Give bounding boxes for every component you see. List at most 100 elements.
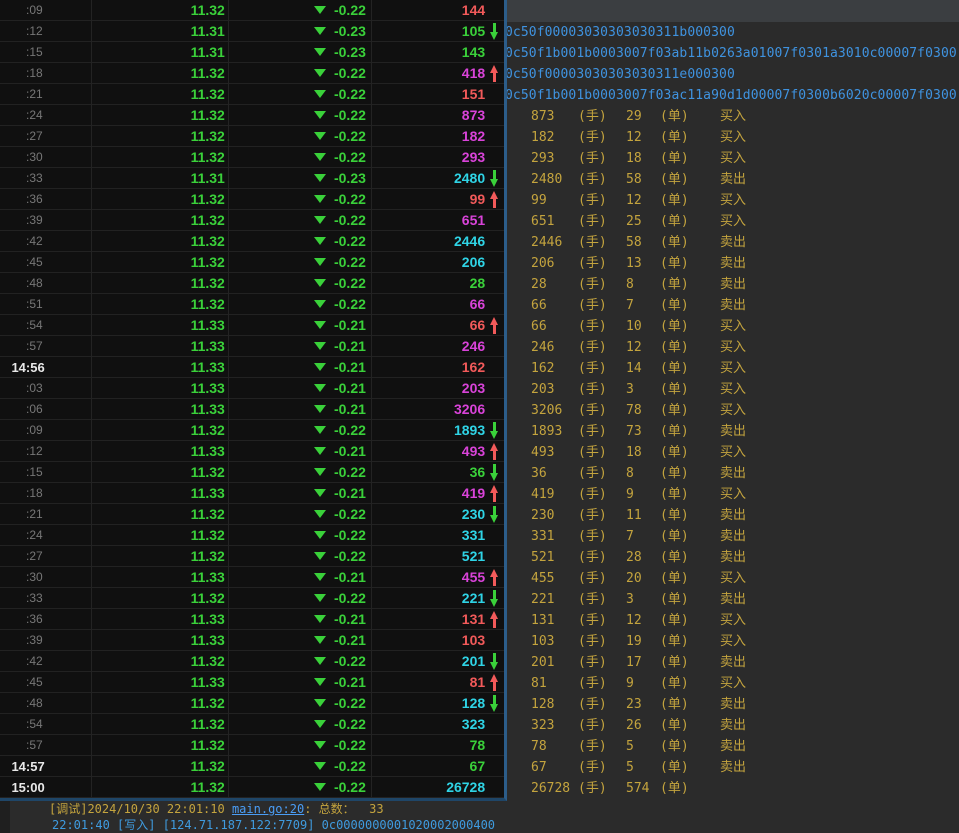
table-row[interactable]: :06 11.33 -0.21 3206 — [0, 399, 504, 420]
table-row[interactable]: :30 11.32 -0.22 293 — [0, 147, 504, 168]
change-cell: -0.22 — [227, 149, 369, 165]
change-value: -0.21 — [334, 569, 366, 585]
table-row[interactable]: :18 11.33 -0.21 419 — [0, 483, 504, 504]
table-row[interactable]: :15 11.31 -0.23 143 — [0, 42, 504, 63]
tick-trade-rows: :09 11.32 -0.22 144 :12 11.31 -0.23 105 … — [0, 0, 504, 798]
trade-volume: 103 — [531, 631, 578, 652]
table-row[interactable]: :36 11.32 -0.22 99 — [0, 189, 504, 210]
change-cell: -0.22 — [227, 590, 369, 606]
trade-direction: 买入 — [720, 358, 959, 379]
table-row[interactable]: :42 11.32 -0.22 2446 — [0, 231, 504, 252]
price-cell: 11.32 — [91, 128, 227, 144]
down-triangle-icon — [314, 111, 326, 119]
table-row[interactable]: :03 11.33 -0.21 203 — [0, 378, 504, 399]
tick-trade-table[interactable]: :09 11.32 -0.22 144 :12 11.31 -0.23 105 … — [0, 0, 507, 801]
table-row[interactable]: :24 11.32 -0.22 873 — [0, 105, 504, 126]
down-triangle-icon — [314, 531, 326, 539]
volume-cell: 151 — [369, 86, 485, 102]
trade-order-count: 19 — [626, 631, 660, 652]
table-row[interactable]: :45 11.32 -0.22 206 — [0, 252, 504, 273]
trade-direction: 卖出 — [720, 169, 959, 190]
hand-unit-label: (手) — [578, 127, 626, 148]
trade-log-row: 26728 (手) 574 (单) — [507, 778, 959, 799]
table-row[interactable]: :27 11.32 -0.22 182 — [0, 126, 504, 147]
down-triangle-icon — [314, 384, 326, 392]
table-row[interactable]: :48 11.32 -0.22 28 — [0, 273, 504, 294]
table-row[interactable]: :21 11.32 -0.22 151 — [0, 84, 504, 105]
trend-arrow-slot — [485, 693, 504, 714]
change-value: -0.21 — [334, 317, 366, 333]
table-row[interactable]: :45 11.33 -0.21 81 — [0, 672, 504, 693]
trade-volume: 2480 — [531, 169, 578, 190]
trade-log-row: 1893 (手) 73 (单) 卖出 — [507, 421, 959, 442]
table-row[interactable]: 14:56 11.33 -0.21 162 — [0, 357, 504, 378]
table-row[interactable]: :36 11.33 -0.21 131 — [0, 609, 504, 630]
table-row[interactable]: :09 11.32 -0.22 144 — [0, 0, 504, 21]
order-unit-label: (单) — [660, 526, 720, 547]
price-cell: 11.32 — [91, 86, 227, 102]
trade-order-count: 10 — [626, 316, 660, 337]
table-row[interactable]: :12 11.31 -0.23 105 — [0, 21, 504, 42]
table-row[interactable]: :18 11.32 -0.22 418 — [0, 63, 504, 84]
table-row[interactable]: :21 11.32 -0.22 230 — [0, 504, 504, 525]
time-cell: :30 — [0, 570, 91, 584]
table-row[interactable]: :51 11.32 -0.22 66 — [0, 294, 504, 315]
order-unit-label: (单) — [660, 505, 720, 526]
change-cell: -0.22 — [227, 212, 369, 228]
change-value: -0.22 — [334, 212, 366, 228]
table-row[interactable]: :33 11.31 -0.23 2480 — [0, 168, 504, 189]
change-cell: -0.23 — [227, 44, 369, 60]
table-row[interactable]: :15 11.32 -0.22 36 — [0, 462, 504, 483]
source-file-link[interactable]: main.go:20 — [232, 802, 304, 816]
table-row[interactable]: 15:00 11.32 -0.22 26728 — [0, 777, 504, 798]
table-row[interactable]: :27 11.32 -0.22 521 — [0, 546, 504, 567]
table-row[interactable]: :24 11.32 -0.22 331 — [0, 525, 504, 546]
table-row[interactable]: :30 11.33 -0.21 455 — [0, 567, 504, 588]
volume-cell: 1893 — [369, 422, 485, 438]
table-row[interactable]: :48 11.32 -0.22 128 — [0, 693, 504, 714]
change-cell: -0.22 — [227, 464, 369, 480]
trade-volume: 323 — [531, 715, 578, 736]
trend-arrow-slot — [485, 714, 504, 735]
order-unit-label: (单) — [660, 253, 720, 274]
table-row[interactable]: :39 11.33 -0.21 103 — [0, 630, 504, 651]
table-row[interactable]: :12 11.33 -0.21 493 — [0, 441, 504, 462]
time-cell: :36 — [0, 612, 91, 626]
table-row[interactable]: :33 11.32 -0.22 221 — [0, 588, 504, 609]
hand-unit-label: (手) — [578, 547, 626, 568]
price-cell: 11.32 — [91, 254, 227, 270]
price-cell: 11.32 — [91, 653, 227, 669]
trade-volume: 162 — [531, 358, 578, 379]
trade-direction: 卖出 — [720, 757, 959, 778]
change-value: -0.21 — [334, 485, 366, 501]
volume-cell: 246 — [369, 338, 485, 354]
up-arrow-icon — [490, 485, 499, 502]
down-triangle-icon — [314, 720, 326, 728]
change-value: -0.22 — [334, 758, 366, 774]
change-cell: -0.22 — [227, 737, 369, 753]
table-row[interactable]: 14:57 11.32 -0.22 67 — [0, 756, 504, 777]
trade-volume: 131 — [531, 610, 578, 631]
change-value: -0.23 — [334, 170, 366, 186]
trade-direction: 买入 — [720, 337, 959, 358]
change-cell: -0.21 — [227, 401, 369, 417]
trade-direction: 买入 — [720, 631, 959, 652]
table-row[interactable]: :54 11.32 -0.22 323 — [0, 714, 504, 735]
time-cell: :33 — [0, 171, 91, 185]
price-cell: 11.31 — [91, 44, 227, 60]
table-row[interactable]: :42 11.32 -0.22 201 — [0, 651, 504, 672]
table-row[interactable]: :57 11.32 -0.22 78 — [0, 735, 504, 756]
debug-console-panel[interactable]: 0c50f00003030303030311b000300 0c50f1b001… — [507, 0, 959, 801]
table-row[interactable]: :39 11.32 -0.22 651 — [0, 210, 504, 231]
table-row[interactable]: :09 11.32 -0.22 1893 — [0, 420, 504, 441]
table-row[interactable]: :57 11.33 -0.21 246 — [0, 336, 504, 357]
table-row[interactable]: :54 11.33 -0.21 66 — [0, 315, 504, 336]
hand-unit-label: (手) — [578, 778, 626, 799]
change-value: -0.22 — [334, 737, 366, 753]
change-cell: -0.22 — [227, 653, 369, 669]
trade-order-count: 12 — [626, 337, 660, 358]
time-cell: :09 — [0, 3, 91, 17]
log-console[interactable]: [调试]2024/10/30 22:01:10 main.go:20: 总数： … — [0, 801, 959, 833]
trade-volume: 36 — [531, 463, 578, 484]
trade-direction: 卖出 — [720, 232, 959, 253]
